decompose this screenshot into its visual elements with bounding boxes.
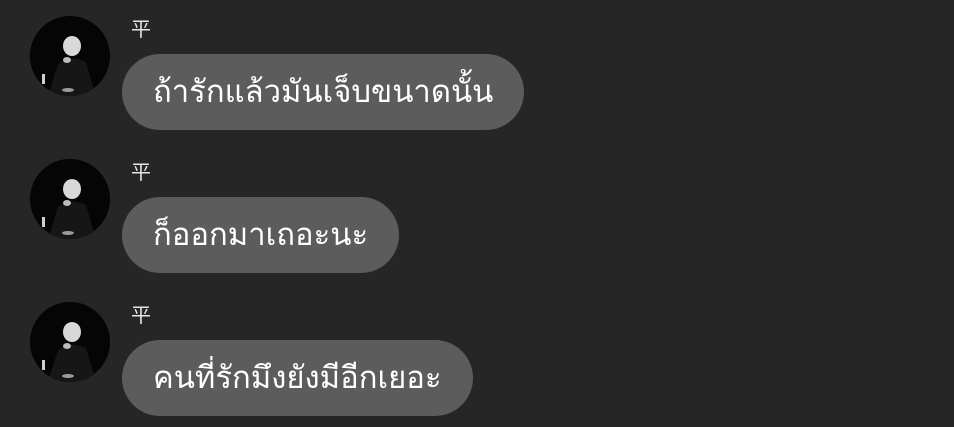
avatar[interactable] [30,302,110,382]
message-bubble[interactable]: คนที่รักมึงยังมีอีกเยอะ [122,340,473,416]
message-bubble[interactable]: ถ้ารักแล้วมันเจ็บขนาดนั้น [122,54,525,130]
avatar[interactable] [30,16,110,96]
message-bubble[interactable]: ก็ออกมาเถอะนะ [122,197,400,273]
profile-photo-icon [30,16,110,96]
chat-thread: 平 ถ้ารักแล้วมันเจ็บขนาดนั้น 平 ก็ออกมาเถอ… [0,0,954,427]
message-row: 平 ก็ออกมาเถอะนะ [0,157,954,289]
sender-name: 平 [131,160,151,184]
sender-name: 平 [131,303,151,327]
message-row: 平 ถ้ารักแล้วมันเจ็บขนาดนั้น [0,14,954,146]
avatar[interactable] [30,159,110,239]
message-row: 平 คนที่รักมึงยังมีอีกเยอะ [0,300,954,427]
sender-name: 平 [131,17,151,41]
profile-photo-icon [30,302,110,382]
profile-photo-icon [30,159,110,239]
